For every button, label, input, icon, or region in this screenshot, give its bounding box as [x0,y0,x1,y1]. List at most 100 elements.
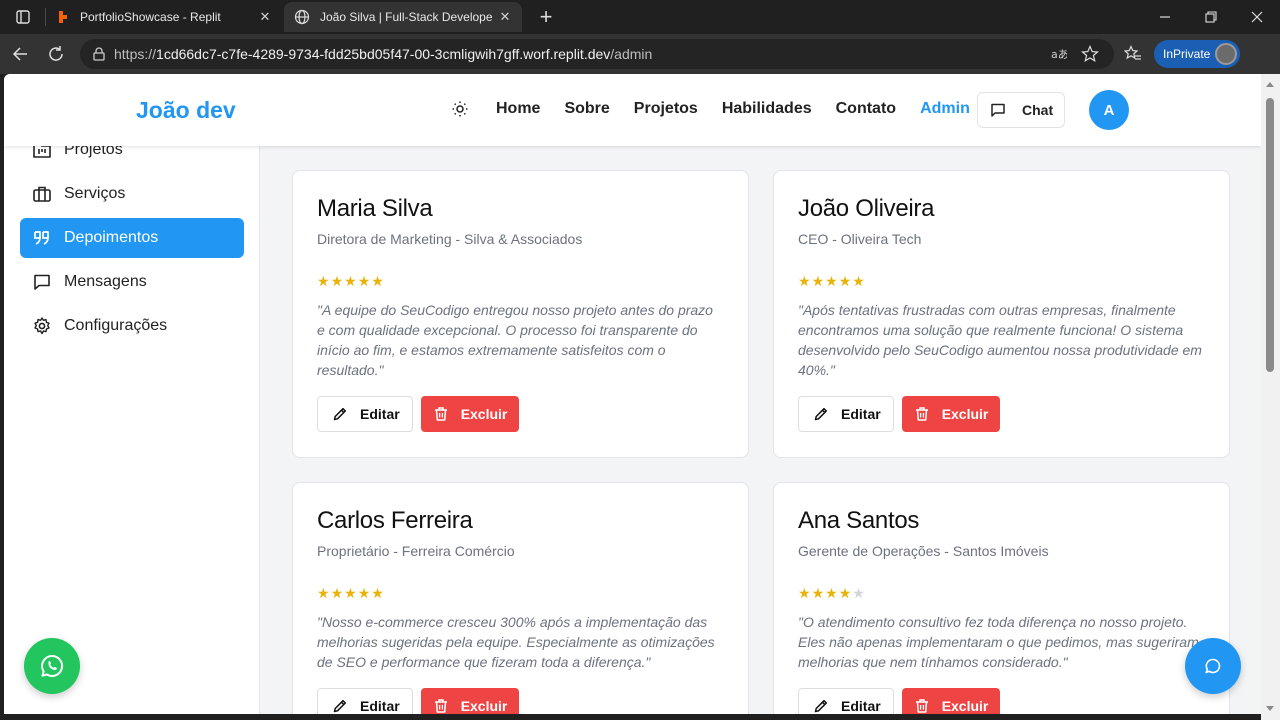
browser-tab-bar: PortfolioShowcase - Replit ✕ João Silva … [0,0,1280,34]
chat-fab-button[interactable] [1185,638,1241,694]
quote-icon [32,228,52,248]
site-header: João dev Home Sobre Projetos Habilidades… [4,74,1261,146]
tab-replit[interactable]: PortfolioShowcase - Replit ✕ [46,2,282,32]
whatsapp-button[interactable] [24,638,80,694]
card-actions: Editar Excluir [798,396,1205,432]
delete-label: Excluir [460,406,508,422]
star-filled-icon: ★ [371,273,385,289]
sun-theme-toggle-icon[interactable] [451,100,469,123]
nav-admin[interactable]: Admin [920,100,970,118]
trash-icon [433,698,449,714]
star-filled-icon: ★ [838,585,853,601]
star-filled-icon: ★ [330,585,345,601]
trash-icon [433,406,449,422]
url-scheme: https:// [114,46,157,62]
svg-text:aあ: aあ [1051,48,1067,61]
testimonial-card: Carlos Ferreira Proprietário - Ferreira … [292,482,749,714]
pencil-icon [813,698,829,714]
minimize-icon[interactable] [1142,0,1188,34]
scroll-down-arrow-icon[interactable] [1266,706,1274,711]
settings-gear-icon [32,316,52,336]
star-rating: ★★★★★ [317,273,724,290]
testimonial-card: João Oliveira CEO - Oliveira Tech ★★★★★ … [773,170,1230,458]
new-tab-button[interactable]: + [523,0,569,34]
star-filled-icon: ★ [798,585,812,601]
edit-button[interactable]: Editar [317,688,413,714]
sidebar-item-depoimentos[interactable]: Depoimentos [20,218,244,258]
edit-button[interactable]: Editar [798,688,894,714]
tab-title: PortfolioShowcase - Replit [80,10,221,24]
star-rating: ★★★★★ [798,585,1205,602]
tab-actions-icon[interactable] [0,0,46,34]
card-actions: Editar Excluir [317,688,724,714]
admin-sidebar: Projetos Serviços Depoimentos Mensagens … [4,141,260,714]
delete-button[interactable]: Excluir [420,688,520,714]
url-bar[interactable]: https://1cd66dc7-c7fe-4289-9734-fdd25bd0… [80,39,1114,69]
testimonial-quote: "Nosso e-commerce cresceu 300% após a im… [317,614,715,670]
briefcase-icon [32,184,52,204]
main-nav: Home Sobre Projetos Habilidades Contato … [496,100,970,118]
tab-title: João Silva | Full-Stack Developer P [320,10,492,24]
restore-icon[interactable] [1188,0,1234,34]
favorites-list-icon[interactable] [1121,42,1145,66]
pencil-icon [332,406,348,422]
nav-home[interactable]: Home [496,100,540,118]
browser-toolbar: https://1cd66dc7-c7fe-4289-9734-fdd25bd0… [0,34,1280,74]
star-filled-icon: ★ [798,273,812,289]
star-filled-icon: ★ [357,273,372,289]
testimonial-quote: "A equipe do SeuCodigo entregou nosso pr… [317,302,713,378]
star-filled-icon: ★ [838,273,853,289]
star-filled-icon: ★ [330,273,345,289]
testimonial-name: Carlos Ferreira [317,507,473,534]
read-aloud-icon[interactable]: aあ [1046,42,1070,66]
sidebar-item-label: Serviços [64,185,126,202]
card-actions: Editar Excluir [317,396,724,432]
nav-projetos[interactable]: Projetos [634,100,698,118]
back-arrow-icon[interactable] [8,42,32,66]
page-scrollbar[interactable] [1261,74,1280,720]
close-tab-icon[interactable]: ✕ [258,9,272,25]
chat-button-label: Chat [1022,102,1054,118]
favorite-star-icon[interactable] [1078,42,1102,66]
delete-label: Excluir [941,698,989,714]
delete-button[interactable]: Excluir [901,396,1001,432]
tab-portfolio[interactable]: João Silva | Full-Stack Developer P ✕ [284,2,522,32]
testimonial-name: Maria Silva [317,195,433,222]
sidebar-item-label: Depoimentos [64,229,159,246]
lock-icon[interactable] [91,46,107,65]
user-avatar[interactable]: A [1089,90,1129,130]
globe-icon [294,9,310,25]
edit-label: Editar [360,698,400,714]
edit-button[interactable]: Editar [798,396,894,432]
inprivate-badge[interactable]: InPrivate [1154,40,1240,68]
profile-avatar-icon [1215,43,1237,65]
delete-button[interactable]: Excluir [420,396,520,432]
nav-habilidades[interactable]: Habilidades [722,100,812,118]
testimonial-card: Ana Santos Gerente de Operações - Santos… [773,482,1230,714]
testimonial-role: Proprietário - Ferreira Comércio [317,543,515,559]
scroll-up-arrow-icon[interactable] [1266,82,1274,87]
close-tab-icon[interactable]: ✕ [498,9,512,25]
sidebar-item-mensagens[interactable]: Mensagens [20,262,244,302]
edit-label: Editar [841,698,881,714]
edit-button[interactable]: Editar [317,396,413,432]
close-window-icon[interactable] [1234,0,1280,34]
url-path: /admin [610,46,653,62]
brand-logo[interactable]: João dev [136,97,236,124]
message-square-icon [990,102,1006,118]
scrollbar-thumb[interactable] [1266,98,1274,372]
delete-button[interactable]: Excluir [901,688,1001,714]
nav-contato[interactable]: Contato [836,100,896,118]
refresh-icon[interactable] [44,42,68,66]
star-filled-icon: ★ [825,585,839,601]
testimonial-name: Ana Santos [798,507,920,534]
card-actions: Editar Excluir [798,688,1205,714]
sidebar-item-label: Configurações [64,317,168,334]
chat-button[interactable]: Chat [977,92,1065,128]
page-viewport: João dev Home Sobre Projetos Habilidades… [4,74,1261,714]
testimonial-quote: "O atendimento consultivo fez toda difer… [798,614,1199,670]
message-circle-icon [1204,657,1222,675]
sidebar-item-servicos[interactable]: Serviços [20,174,244,214]
sidebar-item-configuracoes[interactable]: Configurações [20,306,244,346]
nav-sobre[interactable]: Sobre [564,100,609,118]
